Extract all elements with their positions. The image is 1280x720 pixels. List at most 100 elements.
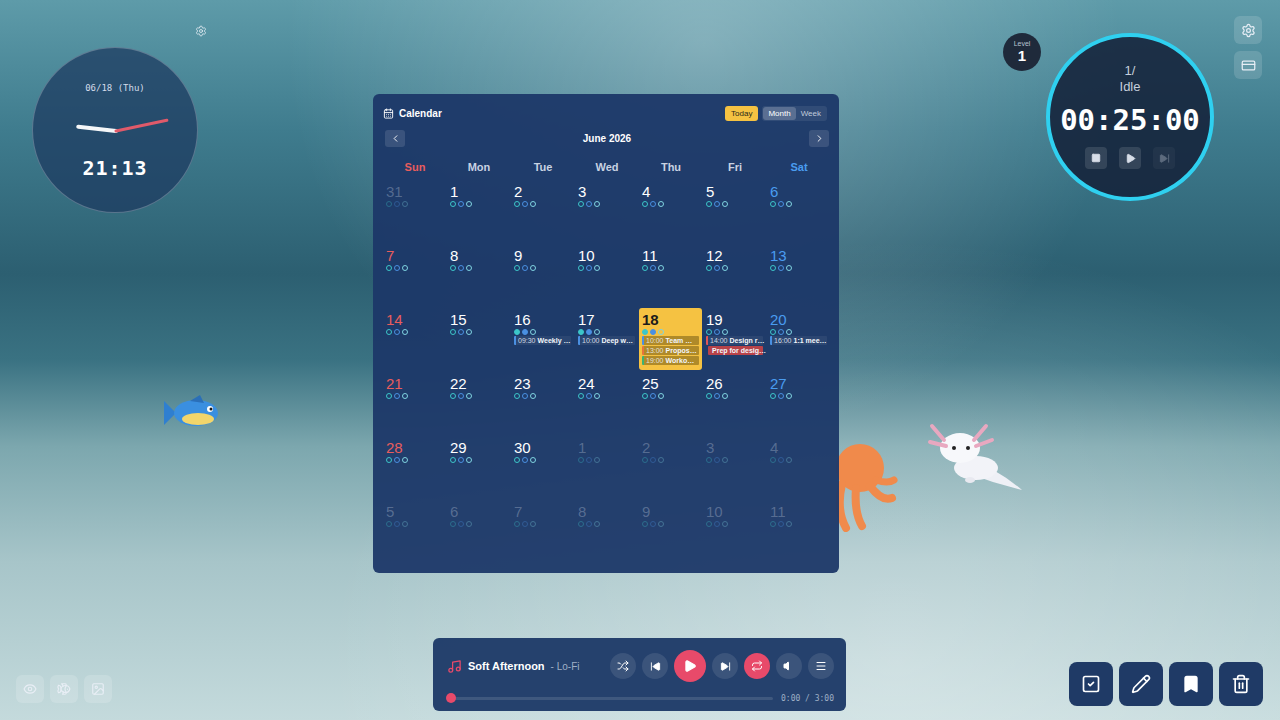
day-cell[interactable]: 26 bbox=[703, 372, 766, 434]
day-dot bbox=[466, 329, 472, 335]
event-chip[interactable]: 16:001:1 mee… bbox=[770, 336, 827, 345]
day-cell[interactable]: 24 bbox=[575, 372, 638, 434]
event-chip[interactable]: 14:00Design r… bbox=[706, 336, 763, 345]
timer-skip-button[interactable] bbox=[1153, 147, 1175, 169]
day-cell[interactable]: 1914:00Design r…Prep for desig… bbox=[703, 308, 766, 370]
fish-toggle-button[interactable] bbox=[50, 675, 78, 703]
day-dot bbox=[522, 521, 528, 527]
day-cell[interactable]: 7 bbox=[383, 244, 446, 306]
prev-button[interactable] bbox=[642, 653, 668, 679]
today-button[interactable]: Today bbox=[725, 106, 758, 121]
day-cell[interactable]: 3 bbox=[575, 180, 638, 242]
day-cell[interactable]: 25 bbox=[639, 372, 702, 434]
day-cell[interactable]: 31 bbox=[383, 180, 446, 242]
clock-settings-button[interactable] bbox=[195, 25, 207, 37]
day-cell[interactable]: 10 bbox=[703, 500, 766, 562]
next-button[interactable] bbox=[712, 653, 738, 679]
volume-button[interactable] bbox=[776, 653, 802, 679]
day-cell[interactable]: 1 bbox=[447, 180, 510, 242]
day-dots bbox=[642, 393, 699, 399]
day-cell[interactable]: 1 bbox=[575, 436, 638, 498]
trash-icon bbox=[1231, 674, 1251, 694]
view-button[interactable]: Week bbox=[796, 107, 826, 120]
day-cell[interactable]: 5 bbox=[703, 180, 766, 242]
event-chip[interactable]: 13:00Propos… bbox=[642, 346, 699, 355]
timer-stop-button[interactable] bbox=[1085, 147, 1107, 169]
day-cell[interactable]: 1710:00Deep w… bbox=[575, 308, 638, 370]
day-cell[interactable]: 3 bbox=[703, 436, 766, 498]
event-chip[interactable]: Prep for desig… bbox=[708, 346, 763, 355]
day-cell[interactable]: 4 bbox=[767, 436, 830, 498]
day-dots bbox=[706, 265, 763, 271]
event-chip[interactable]: 10:00Team … bbox=[642, 336, 699, 345]
day-cell[interactable]: 9 bbox=[511, 244, 574, 306]
day-cell[interactable]: 11 bbox=[639, 244, 702, 306]
day-dot bbox=[394, 393, 400, 399]
axolotl-sprite-icon bbox=[926, 418, 1028, 498]
day-cell[interactable]: 6 bbox=[767, 180, 830, 242]
day-dots bbox=[578, 457, 635, 463]
day-cell[interactable]: 29 bbox=[447, 436, 510, 498]
shuffle-button[interactable] bbox=[610, 653, 636, 679]
day-cell[interactable]: 8 bbox=[575, 500, 638, 562]
day-cell[interactable]: 2 bbox=[639, 436, 702, 498]
day-cell[interactable]: 9 bbox=[639, 500, 702, 562]
day-cell[interactable]: 27 bbox=[767, 372, 830, 434]
day-cell[interactable]: 30 bbox=[511, 436, 574, 498]
event-chip[interactable]: 19:00Worko… bbox=[642, 356, 699, 365]
day-cell[interactable]: 21 bbox=[383, 372, 446, 434]
day-number: 6 bbox=[450, 503, 507, 520]
next-month-button[interactable] bbox=[809, 130, 829, 147]
card-button[interactable] bbox=[1234, 51, 1262, 79]
day-cell[interactable]: 8 bbox=[447, 244, 510, 306]
day-cell[interactable]: 22 bbox=[447, 372, 510, 434]
day-dot bbox=[522, 201, 528, 207]
fish-icon bbox=[57, 682, 71, 696]
day-cell[interactable]: 5 bbox=[383, 500, 446, 562]
day-cell[interactable]: 1609:30Weekly … bbox=[511, 308, 574, 370]
day-cell[interactable]: 28 bbox=[383, 436, 446, 498]
queue-button[interactable] bbox=[808, 653, 834, 679]
progress-bar[interactable] bbox=[447, 697, 773, 700]
day-dot bbox=[770, 265, 776, 271]
day-dot bbox=[386, 265, 392, 271]
timer-play-button[interactable] bbox=[1119, 147, 1141, 169]
day-cell[interactable]: 2 bbox=[511, 180, 574, 242]
day-dot bbox=[466, 265, 472, 271]
clock-time: 21:13 bbox=[82, 157, 147, 179]
day-cell[interactable]: 2016:001:1 mee… bbox=[767, 308, 830, 370]
view-button[interactable]: Month bbox=[763, 107, 795, 120]
day-dot bbox=[386, 521, 392, 527]
play-button[interactable] bbox=[674, 650, 706, 682]
eye-toggle-button[interactable] bbox=[16, 675, 44, 703]
edit-button[interactable] bbox=[1119, 662, 1163, 706]
day-cell[interactable]: 10 bbox=[575, 244, 638, 306]
day-dots bbox=[642, 457, 699, 463]
bookmark-button[interactable] bbox=[1169, 662, 1213, 706]
day-cell[interactable]: 23 bbox=[511, 372, 574, 434]
event-chip[interactable]: 09:30Weekly … bbox=[514, 336, 571, 345]
settings-button[interactable] bbox=[1234, 16, 1262, 44]
image-toggle-button[interactable] bbox=[84, 675, 112, 703]
previous-month-button[interactable] bbox=[385, 130, 405, 147]
day-cell[interactable]: 6 bbox=[447, 500, 510, 562]
event-chip[interactable]: 10:00Deep w… bbox=[578, 336, 635, 345]
previous-icon bbox=[650, 661, 661, 672]
day-cell[interactable]: 4 bbox=[639, 180, 702, 242]
day-cell[interactable]: 12 bbox=[703, 244, 766, 306]
day-cell[interactable]: 14 bbox=[383, 308, 446, 370]
day-cell[interactable]: 15 bbox=[447, 308, 510, 370]
day-cell[interactable]: 11 bbox=[767, 500, 830, 562]
day-cell[interactable]: 1810:00Team …13:00Propos…19:00Worko… bbox=[639, 308, 702, 370]
day-cell[interactable]: 7 bbox=[511, 500, 574, 562]
day-cell[interactable]: 13 bbox=[767, 244, 830, 306]
day-dot bbox=[786, 393, 792, 399]
day-number: 1 bbox=[450, 183, 507, 200]
tasks-button[interactable] bbox=[1069, 662, 1113, 706]
day-dot bbox=[514, 201, 520, 207]
repeat-button[interactable] bbox=[744, 653, 770, 679]
delete-button[interactable] bbox=[1219, 662, 1263, 706]
day-number: 30 bbox=[514, 439, 571, 456]
progress-knob[interactable] bbox=[446, 693, 456, 703]
clock-widget: 06/18 (Thu)21:13 bbox=[32, 47, 198, 213]
